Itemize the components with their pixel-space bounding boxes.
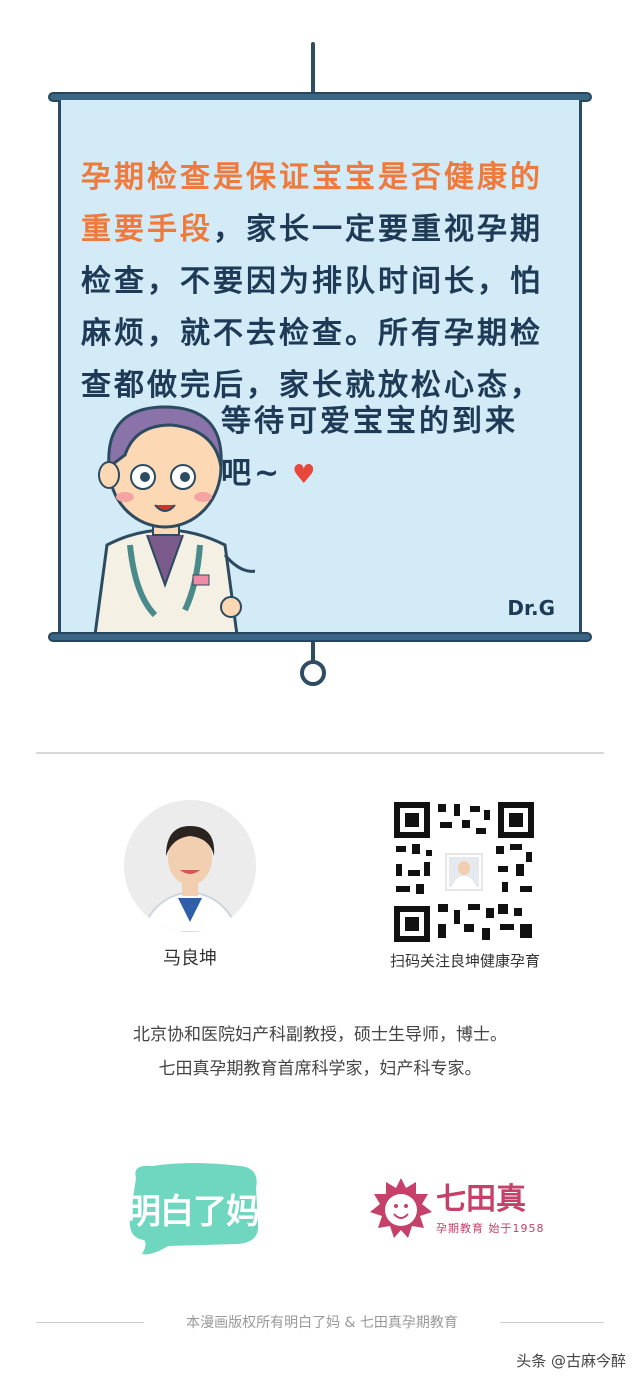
footer-line-left [36,1322,144,1323]
qitianzhen-logo: 七田真 孕期教育 始于1958 [366,1168,556,1248]
qr-code[interactable] [392,800,536,944]
poster-hanging-string [311,42,315,96]
section-divider [36,752,604,754]
poster-panel: 孕期检查是保证宝宝是否健康的重要手段，家长一定要重视孕期检查，不要因为排队时间长… [58,100,582,634]
qr-caption: 扫码关注良坤健康孕育 [389,952,540,970]
poster-tail-line2-wrap: 吧~ ♥ [221,448,551,501]
source-watermark: 头条 @古麻今醉 [516,1352,626,1370]
bio-line-2: 七田真孕期教育首席科学家，妇产科专家。 [158,1059,482,1079]
logo-right-title: 七田真 [436,1182,526,1217]
logo-right-subtitle: 孕期教育 始于1958 [436,1222,545,1235]
avatar-portrait [124,800,256,932]
poster-message: 孕期检查是保证宝宝是否健康的重要手段，家长一定要重视孕期检查，不要因为排队时间长… [81,152,571,412]
qr-code-graphic [392,800,536,944]
mingbailema-logo: 明白了妈 [122,1158,264,1258]
bio-line-1: 北京协和医院妇产科副教授，硕士生导师，博士。 [133,1025,507,1045]
doctor-cartoon-illustration [93,405,255,634]
footer-line-right [500,1322,604,1323]
footer-copyright: 本漫画版权所有明白了妈 & 七田真孕期教育 [186,1315,458,1331]
heart-icon: ♥ [292,460,319,490]
sun-face-icon [370,1178,432,1238]
poster-tail-line1: 等待可爱宝宝的到来 [221,404,518,439]
poster-message-tail: 等待可爱宝宝的到来 吧~ ♥ [221,396,551,501]
poster-tail-ring [300,660,326,686]
logo-left-text: 明白了妈 [127,1192,260,1232]
poster-bottom-rod [48,632,592,642]
avatar [124,800,256,932]
doctor-name: 马良坤 [163,948,217,969]
signature-label: Dr.G [507,596,555,620]
